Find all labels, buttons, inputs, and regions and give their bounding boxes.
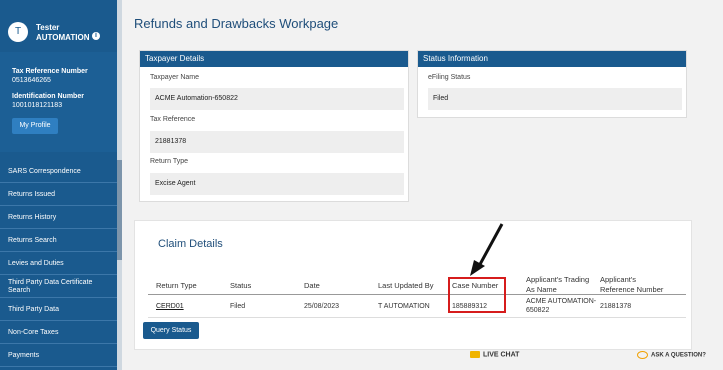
sidebar-item-non-core-taxes[interactable]: Non-Core Taxes <box>0 321 122 344</box>
speech-bubble-icon <box>637 351 648 359</box>
ask-question-button[interactable]: ASK A QUESTION? <box>637 351 706 359</box>
row-status: Filed <box>230 303 246 310</box>
col-header-trading-name-line1[interactable]: Applicant's Trading <box>526 275 589 284</box>
return-type-label: Return Type <box>150 158 189 165</box>
avatar[interactable]: T <box>8 22 28 42</box>
sidebar-item-payments[interactable]: Payments <box>0 344 122 367</box>
sidebar-item-levies-and-duties[interactable]: Levies and Duties <box>0 252 122 275</box>
col-header-status[interactable]: Status <box>230 281 251 290</box>
table-header-divider <box>148 294 686 295</box>
my-profile-button[interactable]: My Profile <box>12 118 58 134</box>
tax-ref-value: 0513646265 <box>12 77 51 84</box>
tax-reference-label: Tax Reference <box>150 116 196 123</box>
table-row-divider <box>148 317 686 318</box>
row-return-type-link[interactable]: CERD01 <box>156 303 184 310</box>
case-number-highlight-box <box>448 277 506 313</box>
efiling-status-value: Filed <box>428 88 682 110</box>
claim-details-title: Claim Details <box>158 238 223 250</box>
status-information-header: Status Information <box>418 51 686 67</box>
ask-question-label: ASK A QUESTION? <box>651 352 706 359</box>
user-first-name: Tester <box>36 23 60 32</box>
live-chat-button[interactable]: LIVE CHAT <box>470 351 519 358</box>
claim-details-panel: Claim Details Return Type Status Date La… <box>134 220 692 350</box>
profile-header: T Tester AUTOMATION i <box>0 0 122 52</box>
col-header-applicant-ref-line2: Reference Number <box>600 285 664 294</box>
page-title: Refunds and Drawbacks Workpage <box>134 16 339 31</box>
sidebar-item-third-party-certificate-search[interactable]: Third Party Data Certificate Search <box>0 275 122 298</box>
sidebar-item-returns-search[interactable]: Returns Search <box>0 229 122 252</box>
col-header-date[interactable]: Date <box>304 281 320 290</box>
taxpayer-details-panel: Taxpayer Details Taxpayer Name ACME Auto… <box>139 50 409 202</box>
status-information-panel: Status Information eFiling Status Filed <box>417 50 687 118</box>
col-header-last-updated-by[interactable]: Last Updated By <box>378 281 433 290</box>
col-header-trading-name-line2: As Name <box>526 285 557 294</box>
sidebar-item-sars-correspondence[interactable]: SARS Correspondence <box>0 160 122 183</box>
taxpayer-name-label: Taxpayer Name <box>150 74 200 81</box>
profile-details: Tax Reference Number 0513646265 Identifi… <box>0 52 122 152</box>
row-trading-name-line2: 650822 <box>526 307 550 314</box>
live-chat-label: LIVE CHAT <box>483 351 520 359</box>
col-header-return-type[interactable]: Return Type <box>156 281 197 290</box>
taxpayer-details-header: Taxpayer Details <box>140 51 408 67</box>
row-trading-name-line1: ACME AUTOMATION- <box>526 298 597 305</box>
taxpayer-name-value: ACME Automation-650822 <box>150 88 404 110</box>
id-number-value: 1001018121183 <box>12 102 63 109</box>
row-applicant-ref: 21881378 <box>600 303 632 310</box>
row-date: 25/08/2023 <box>304 303 340 310</box>
query-status-button[interactable]: Query Status <box>143 322 199 339</box>
row-last-updated-by: T AUTOMATION <box>378 303 430 310</box>
sidebar-item-returns-history[interactable]: Returns History <box>0 206 122 229</box>
id-number-label: Identification Number <box>12 93 84 100</box>
sidebar: T Tester AUTOMATION i Tax Reference Numb… <box>0 0 122 370</box>
user-last-name: AUTOMATION <box>36 33 90 42</box>
col-header-applicant-ref-line1[interactable]: Applicant's <box>600 275 636 284</box>
sidebar-scrollbar-thumb[interactable] <box>117 160 122 260</box>
sidebar-item-returns-issued[interactable]: Returns Issued <box>0 183 122 206</box>
efiling-status-label: eFiling Status <box>428 74 471 81</box>
return-type-value: Excise Agent <box>150 173 404 195</box>
annotation-arrow-icon <box>470 223 504 276</box>
sidebar-item-third-party-data[interactable]: Third Party Data <box>0 298 122 321</box>
tax-ref-label: Tax Reference Number <box>12 68 88 75</box>
chat-icon <box>470 351 480 358</box>
tax-reference-value: 21881378 <box>150 131 404 153</box>
info-icon[interactable]: i <box>92 32 100 40</box>
sidebar-nav: SARS Correspondence Returns Issued Retur… <box>0 160 122 367</box>
